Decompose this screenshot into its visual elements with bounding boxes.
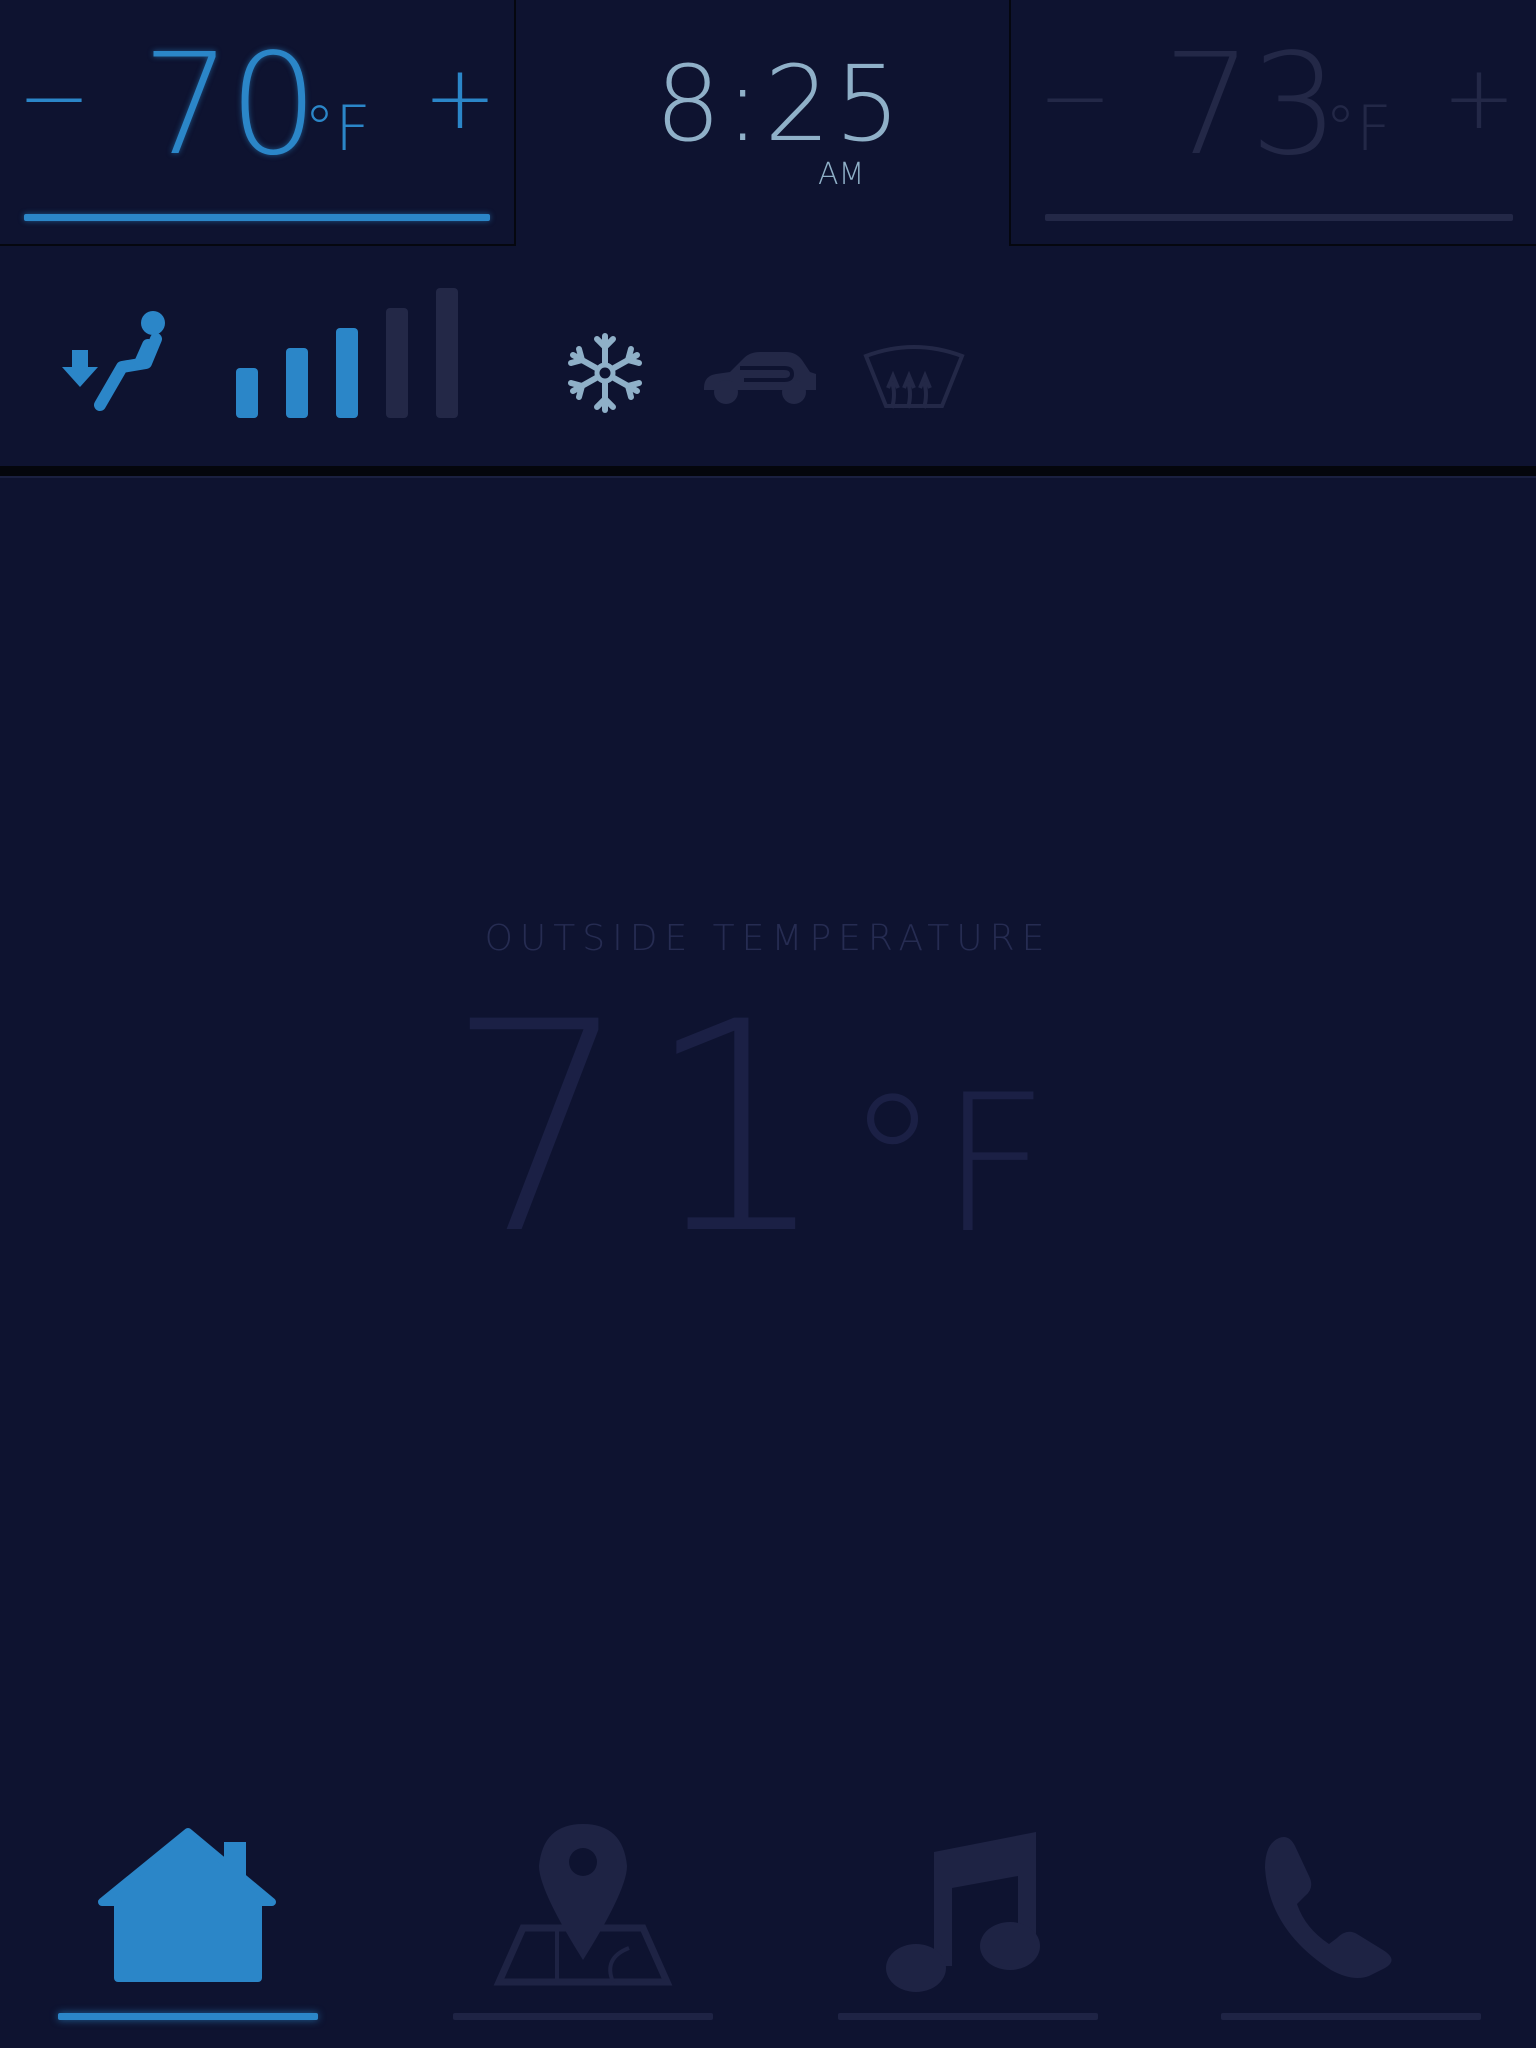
nav-home-indicator — [58, 2013, 318, 2020]
fan-level-bar — [286, 348, 308, 418]
fan-speed-icon[interactable] — [230, 280, 470, 424]
driver-temp-panel: − 70 °F + — [0, 0, 516, 246]
passenger-temp-panel: − 73 °F + — [1009, 0, 1536, 246]
fan-level-bar — [436, 288, 458, 418]
fan-level-bar — [386, 308, 408, 418]
nav-phone-indicator — [1221, 2013, 1481, 2020]
clock-period: AM — [818, 157, 865, 192]
nav-music[interactable] — [838, 1810, 1098, 2020]
passenger-temp-indicator — [1045, 214, 1513, 221]
driver-temp-increase-button[interactable]: + — [420, 38, 500, 158]
windshield-defrost-icon[interactable] — [862, 344, 966, 416]
driver-temp-indicator — [24, 214, 490, 221]
clock-time: 8:25 — [655, 43, 905, 165]
home-icon — [98, 1828, 276, 1982]
passenger-temp-increase-button[interactable]: + — [1439, 38, 1519, 158]
seat-airflow-icon[interactable] — [60, 305, 170, 419]
recirculation-icon[interactable] — [700, 348, 820, 412]
nav-navigation-indicator — [453, 2013, 713, 2020]
nav-home[interactable] — [58, 1810, 318, 2020]
passenger-temp-value: 73 — [1163, 24, 1339, 187]
passenger-temp-decrease-button[interactable]: − — [1035, 38, 1115, 158]
fan-level-bar — [236, 368, 258, 418]
nav-navigation[interactable] — [453, 1810, 713, 2020]
nav-music-indicator — [838, 2013, 1098, 2020]
driver-temp-value: 70 — [142, 24, 318, 187]
nav-phone[interactable] — [1221, 1810, 1481, 2020]
fan-level-bar — [336, 328, 358, 418]
header-divider — [0, 466, 1536, 478]
phone-icon — [1265, 1837, 1392, 1978]
outside-temp-label: OUTSIDE TEMPERATURE — [484, 918, 1052, 959]
map-pin-icon — [493, 1824, 673, 1986]
ac-snowflake-icon[interactable] — [562, 332, 648, 418]
outside-temp-unit: °F — [845, 1054, 1050, 1275]
driver-temp-decrease-button[interactable]: − — [14, 38, 94, 158]
passenger-temp-unit: °F — [1325, 92, 1392, 165]
driver-temp-unit: °F — [304, 92, 371, 165]
outside-temp-value: 71 — [446, 961, 844, 1298]
music-note-icon — [886, 1832, 1040, 1992]
